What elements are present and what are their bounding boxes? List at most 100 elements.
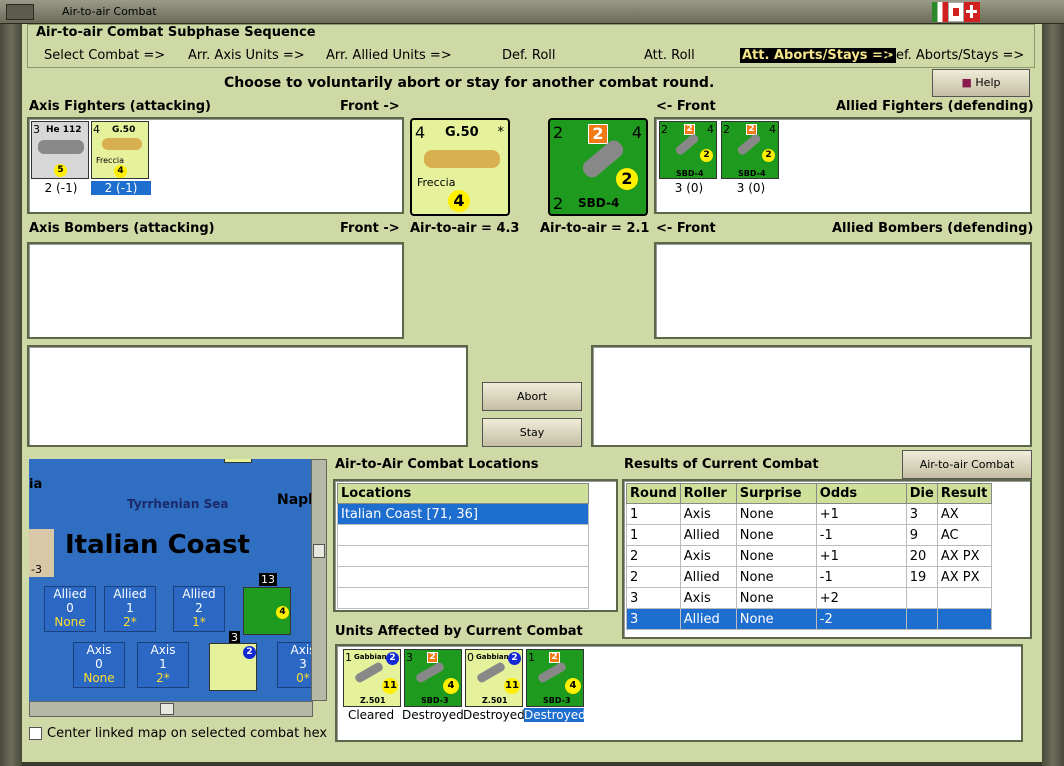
affected-caption: Destroyed	[402, 708, 464, 722]
unit-name: SBD-3	[543, 696, 571, 705]
unit-bottom: 2	[553, 194, 564, 213]
results-cell: 1	[626, 524, 681, 546]
location-row[interactable]: Italian Coast [71, 36]	[337, 503, 589, 525]
map-vertical-scrollbar[interactable]	[311, 459, 327, 701]
unit-strength: 3	[406, 651, 413, 664]
savoy-flag-icon	[948, 2, 964, 22]
unit-caption: 3 (0)	[736, 181, 766, 195]
results-cell: -1	[815, 566, 907, 588]
unit-name: Z.501	[482, 696, 508, 705]
results-header: Round	[626, 483, 681, 504]
results-cell: AX PX	[936, 566, 992, 588]
axis-unit-he112[interactable]: 3 He 112 5	[31, 121, 89, 179]
unit-value: 4	[114, 165, 127, 178]
right-border	[1042, 24, 1064, 766]
book-icon: ■	[961, 76, 972, 89]
results-cell: None	[735, 587, 817, 609]
allied-unit-sbd4-a[interactable]: 2 2 4 2 SBD-4	[659, 121, 717, 179]
unit-strength: 2	[723, 123, 730, 136]
results-header: Result	[936, 483, 992, 504]
unit-blue-value: 2	[508, 652, 521, 665]
results-box: Round Roller Surprise Odds Die Result 1 Axis No…	[622, 479, 1032, 639]
affected-unit[interactable]: 1 2 4 SBD-3	[526, 649, 584, 707]
aircraft-icon	[38, 140, 84, 154]
affected-unit[interactable]: 0 Gabbiano 2 11 Z.501	[465, 649, 523, 707]
results-cell: +1	[815, 503, 907, 525]
results-cell: Axis	[679, 503, 737, 525]
results-cell: -1	[815, 524, 907, 546]
title-bar: Air-to-air Combat	[0, 0, 1064, 24]
unit-strength: 2	[553, 123, 564, 142]
locations-table: Locations Italian Coast [71, 36]	[337, 483, 589, 609]
unit-value: 4	[565, 678, 581, 694]
axis-bombers-front: Front ->	[340, 221, 400, 236]
unit-strength: 1	[528, 651, 535, 664]
results-cell: 3	[626, 587, 681, 609]
unit-name: Z.501	[360, 696, 386, 705]
map-horizontal-scrollbar[interactable]	[29, 701, 313, 717]
results-cell: 9	[905, 524, 938, 546]
axis-fighters-label: Axis Fighters (attacking)	[29, 99, 211, 114]
sequence-title: Air-to-air Combat Subphase Sequence	[36, 25, 316, 40]
aircraft-icon	[536, 661, 568, 684]
map-view[interactable]: ia Tyrrhenian Sea Napl -3 Italian Coast …	[29, 459, 313, 701]
abort-button[interactable]: Abort	[482, 382, 582, 411]
step-arr-axis: Arr. Axis Units =>	[188, 48, 305, 63]
center-link-label: Center linked map on selected combat hex	[47, 726, 328, 741]
results-table: Round Roller Surprise Odds Die Result 1 Axis No…	[626, 483, 992, 630]
results-row[interactable]: 3 Allied None -2	[626, 608, 992, 630]
step-def-roll: Def. Roll	[502, 48, 556, 63]
axis-box-0: Axis 0 None	[73, 642, 125, 688]
locations-list[interactable]: Locations Italian Coast [71, 36]	[333, 479, 618, 612]
affected-caption: Destroyed	[463, 708, 525, 722]
unit-name: SBD-4	[676, 169, 704, 178]
allied-unit-sbd4-b[interactable]: 2 2 4 2 SBD-4	[721, 121, 779, 179]
allied-bombers-box[interactable]	[654, 242, 1032, 339]
air-to-air-allied: Air-to-air = 2.1	[540, 221, 650, 236]
results-row[interactable]: 2 Axis None +1 20 AX PX	[626, 545, 992, 567]
stay-button[interactable]: Stay	[482, 418, 582, 447]
allied-box-0: Allied 0 None	[44, 586, 96, 632]
results-row[interactable]: 2 Allied None -1 19 AX PX	[626, 566, 992, 588]
unit-value: 2	[700, 149, 713, 162]
axis-bombers-label: Axis Bombers (attacking)	[29, 221, 215, 236]
results-row[interactable]: 1 Allied None -1 9 AC	[626, 524, 992, 546]
step-att-roll: Att. Roll	[644, 48, 695, 63]
allied-bombers-front: <- Front	[656, 221, 716, 236]
unit-blue-value: 2	[386, 652, 399, 665]
map-axis-unit[interactable]: 2	[209, 643, 257, 691]
results-cell	[936, 608, 992, 630]
axis-bombers-box[interactable]	[27, 242, 404, 339]
affected-title: Units Affected by Current Combat	[335, 624, 583, 639]
results-cell: 20	[905, 545, 938, 567]
help-button[interactable]: ■ Help	[932, 69, 1030, 97]
aircraft-icon	[353, 661, 385, 684]
affected-unit[interactable]: 3 2 4 SBD-3	[404, 649, 462, 707]
map-allied-unit[interactable]: 4	[243, 587, 291, 635]
results-row[interactable]: 1 Axis None +1 3 AX	[626, 503, 992, 525]
italy-flag-icon	[932, 2, 948, 22]
results-header: Die	[905, 483, 938, 504]
results-row[interactable]: 3 Axis None +2	[626, 587, 992, 609]
big-axis-unit: 4 G.50 * Freccia 4	[410, 118, 510, 216]
affected-unit[interactable]: 1 Gabbiano 2 11 Z.501	[343, 649, 401, 707]
unit-subname: Freccia	[96, 156, 124, 165]
unit-range: 4	[769, 123, 776, 136]
aircraft-icon	[414, 661, 446, 684]
affected-caption: Cleared	[347, 708, 395, 722]
unit-name: G.50	[445, 125, 479, 140]
center-link-checkbox[interactable]	[29, 727, 42, 740]
results-cell: None	[735, 524, 817, 546]
unit-name: He 112	[46, 125, 82, 135]
allied-front-label: <- Front	[656, 99, 716, 114]
unit-caption: 2 (-1)	[44, 181, 78, 195]
axis-unit-g50[interactable]: 4 G.50 Freccia 4	[91, 121, 149, 179]
results-cell: 2	[626, 545, 681, 567]
air-to-air-chart-button[interactable]: Air-to-air Combat Chart	[902, 450, 1032, 498]
help-label: Help	[975, 76, 1001, 89]
results-cell: 3	[905, 503, 938, 525]
system-menu-icon[interactable]	[6, 4, 34, 20]
unit-name: G.50	[112, 125, 136, 135]
unit-value: 4	[443, 678, 459, 694]
naples-label: Napl	[277, 492, 313, 508]
